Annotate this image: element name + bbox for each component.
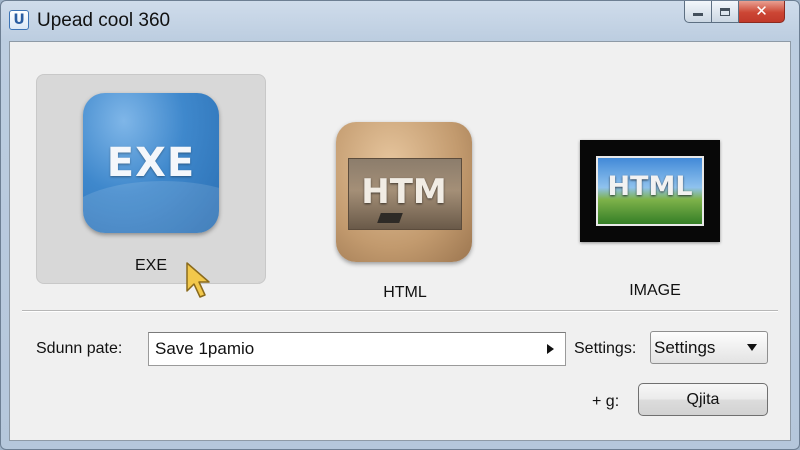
app-logo-icon: U <box>9 10 29 30</box>
chevron-down-icon <box>747 344 757 351</box>
minimize-button[interactable] <box>684 1 712 23</box>
settings-label: Settings: <box>574 340 637 357</box>
app-window: U Upead cool 360 ✕ EXE EXE HTM HTML HTML… <box>0 0 800 450</box>
quit-button[interactable]: Qjita <box>638 383 768 416</box>
play-arrow-icon <box>546 344 554 354</box>
html-icon: HTM <box>336 122 472 262</box>
format-option-exe[interactable]: EXE EXE <box>36 74 266 284</box>
window-title: Upead cool 360 <box>37 10 171 31</box>
format-label-image: IMAGE <box>629 282 681 299</box>
format-option-image[interactable]: HTML IMAGE <box>540 74 770 299</box>
image-icon: HTML <box>580 140 720 242</box>
settings-selected-value: Settings <box>654 337 716 357</box>
main-panel: EXE EXE HTM HTML HTML IMAGE Sdunn pate: … <box>9 41 791 441</box>
exe-icon: EXE <box>83 93 219 233</box>
settings-dropdown[interactable]: Settings <box>650 331 768 364</box>
minimize-icon <box>693 13 703 16</box>
save-path-label: Sdunn pate: <box>36 340 123 357</box>
close-icon: ✕ <box>755 2 768 20</box>
window-controls: ✕ <box>684 1 785 23</box>
format-option-html[interactable]: HTM HTML <box>290 74 520 301</box>
exe-icon-text: EXE <box>106 140 196 186</box>
save-path-input[interactable]: Save 1pamio <box>148 332 566 366</box>
format-label-exe: EXE <box>134 257 167 274</box>
html-icon-text: HTM <box>361 172 447 212</box>
format-label-html: HTML <box>383 284 427 301</box>
maximize-icon <box>720 7 730 16</box>
divider <box>22 310 778 312</box>
image-icon-text: HTML <box>607 171 693 202</box>
title-bar[interactable]: U Upead cool 360 ✕ <box>1 1 799 39</box>
browse-button[interactable] <box>539 334 561 364</box>
close-button[interactable]: ✕ <box>739 1 785 23</box>
mouse-pointer-icon <box>186 262 210 298</box>
option-label: + g: <box>592 393 620 410</box>
maximize-button[interactable] <box>712 1 739 23</box>
save-path-value[interactable]: Save 1pamio <box>149 339 539 359</box>
